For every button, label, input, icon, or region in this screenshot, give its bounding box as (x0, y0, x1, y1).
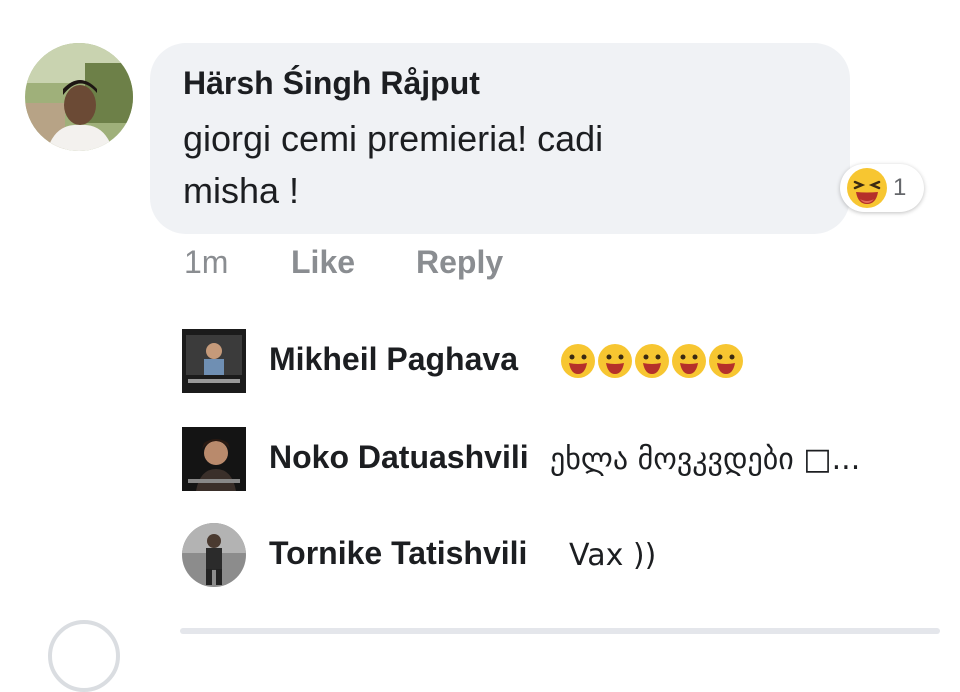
smiley-emoji-icon (560, 343, 596, 379)
reply-avatar[interactable] (182, 523, 246, 587)
like-button[interactable]: Like (291, 244, 355, 281)
reply-author-name[interactable]: Mikheil Paghava (269, 341, 518, 378)
avatar-photo (25, 43, 133, 151)
reply-input-edge[interactable] (180, 628, 940, 634)
comment-text-line-2: misha ! (183, 170, 300, 211)
commenter-avatar[interactable] (25, 43, 133, 151)
avatar-photo (182, 329, 246, 393)
smiley-emoji-icon (634, 343, 670, 379)
smiley-emoji-icon (597, 343, 633, 379)
reply-author-name[interactable]: Tornike Tatishvili (269, 535, 527, 572)
reply-text: ეხლა მოვკვდები □... (550, 442, 861, 477)
comment-text: giorgi cemi premieria! cadi misha ! (183, 113, 743, 217)
reply-avatar[interactable] (182, 329, 246, 393)
comment-timestamp[interactable]: 1m (184, 244, 228, 281)
avatar-photo (182, 427, 246, 491)
reply-item: Noko Datuashvili ეხლა მოვკვდები □... (182, 427, 942, 493)
reply-text: Vax )) (569, 538, 657, 573)
comment-text-line-1: giorgi cemi premieria! cadi (183, 118, 604, 159)
avatar-photo (182, 523, 246, 587)
reply-item: Mikheil Paghava (182, 329, 942, 395)
reply-button[interactable]: Reply (416, 244, 503, 281)
reply-emojis (560, 343, 745, 384)
reply-item: Tornike Tatishvili Vax )) (182, 523, 942, 589)
smiley-emoji-icon (671, 343, 707, 379)
reaction-summary[interactable]: 1 (840, 164, 924, 212)
comment-author-name[interactable]: Härsh Śingh Råjput (183, 65, 480, 102)
laughing-emoji-icon (846, 167, 888, 209)
reply-avatar[interactable] (182, 427, 246, 491)
smiley-emoji-icon (708, 343, 744, 379)
next-avatar-edge (48, 620, 120, 692)
comment-bubble: Härsh Śingh Råjput giorgi cemi premieria… (150, 43, 850, 234)
reaction-count: 1 (893, 174, 907, 201)
reply-author-name[interactable]: Noko Datuashvili (269, 439, 529, 476)
